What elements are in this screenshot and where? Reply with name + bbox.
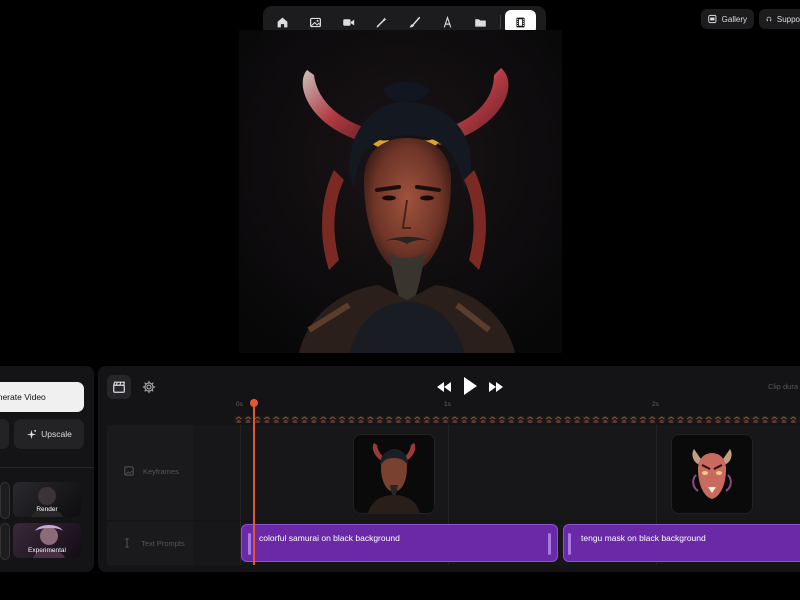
video-camera-icon xyxy=(343,18,355,26)
rewind-icon xyxy=(437,381,451,392)
home-icon xyxy=(277,17,288,27)
fast-forward-icon xyxy=(489,381,503,392)
generate-video-button[interactable]: enerate Video xyxy=(0,382,84,412)
toolbar-divider xyxy=(500,15,501,29)
panel-divider xyxy=(0,467,94,468)
rewind-button[interactable] xyxy=(436,380,452,398)
headphones-icon xyxy=(766,16,772,22)
playhead-handle[interactable] xyxy=(250,399,258,407)
play-button[interactable] xyxy=(462,376,478,401)
transport-controls xyxy=(436,376,504,401)
style-label: Render xyxy=(36,506,58,513)
play-icon xyxy=(464,377,477,395)
clapperboard-button[interactable] xyxy=(107,375,131,399)
gallery-button[interactable]: Gallery xyxy=(701,9,754,29)
image-icon xyxy=(124,466,134,476)
film-icon xyxy=(516,17,525,27)
fast-forward-button[interactable] xyxy=(488,380,504,398)
filmstrip[interactable] xyxy=(234,413,800,423)
support-label: Suppo xyxy=(776,14,800,24)
preview-image xyxy=(239,30,562,353)
clip-handle-left[interactable] xyxy=(248,533,251,555)
folder-icon xyxy=(475,18,486,27)
text-icon xyxy=(443,15,452,28)
magic-wand-icon xyxy=(376,16,387,27)
tengu-thumb-image xyxy=(672,435,752,513)
settings-button[interactable] xyxy=(137,375,161,399)
clapperboard-icon xyxy=(113,381,125,393)
timeline-tick: 1s xyxy=(444,401,451,408)
prompt-clip[interactable]: tengu mask on black background xyxy=(563,524,800,562)
image-icon xyxy=(310,17,321,27)
upscale-label: Upscale xyxy=(41,429,72,439)
prompt-text: colorful samurai on black background xyxy=(259,533,400,543)
playhead[interactable] xyxy=(253,399,255,565)
generate-video-label: enerate Video xyxy=(0,392,46,402)
text-cursor-icon xyxy=(125,538,129,548)
cropped-button[interactable] xyxy=(0,419,9,449)
support-button[interactable]: Suppo xyxy=(759,9,800,29)
text-prompts-label: Text Prompts xyxy=(122,538,185,548)
style-thumb-cropped-1[interactable] xyxy=(0,482,10,519)
gallery-icon xyxy=(708,14,717,24)
keyframes-label-text: Keyframes xyxy=(143,466,179,476)
gear-icon xyxy=(142,380,156,394)
samurai-thumb-image xyxy=(354,435,434,513)
keyframes-label: Keyframes xyxy=(124,466,179,476)
filmstrip-frames xyxy=(234,416,800,423)
clip-duration-label: Clip dura xyxy=(768,382,799,391)
style-label: Experimental xyxy=(28,547,66,554)
style-thumb-cropped-2[interactable] xyxy=(0,523,10,560)
sparkle-icon xyxy=(27,429,37,439)
text-prompts-label-text: Text Prompts xyxy=(141,538,185,548)
keyframe-samurai[interactable] xyxy=(353,434,435,514)
clip-handle-left[interactable] xyxy=(568,533,571,555)
gallery-label: Gallery xyxy=(721,14,747,24)
clip-handle-right[interactable] xyxy=(548,533,551,555)
prompt-clip[interactable]: colorful samurai on black background xyxy=(241,524,558,562)
style-thumb-render[interactable]: Render xyxy=(13,482,81,517)
style-thumb-experimental[interactable]: Experimental xyxy=(13,523,81,558)
upscale-button[interactable]: Upscale xyxy=(14,419,84,449)
prompt-text: tengu mask on black background xyxy=(581,533,706,543)
timeline-tick: 0s xyxy=(236,401,243,408)
brush-icon xyxy=(409,16,421,27)
timeline-tick: 2s xyxy=(652,401,659,408)
keyframe-tengu[interactable] xyxy=(671,434,753,514)
